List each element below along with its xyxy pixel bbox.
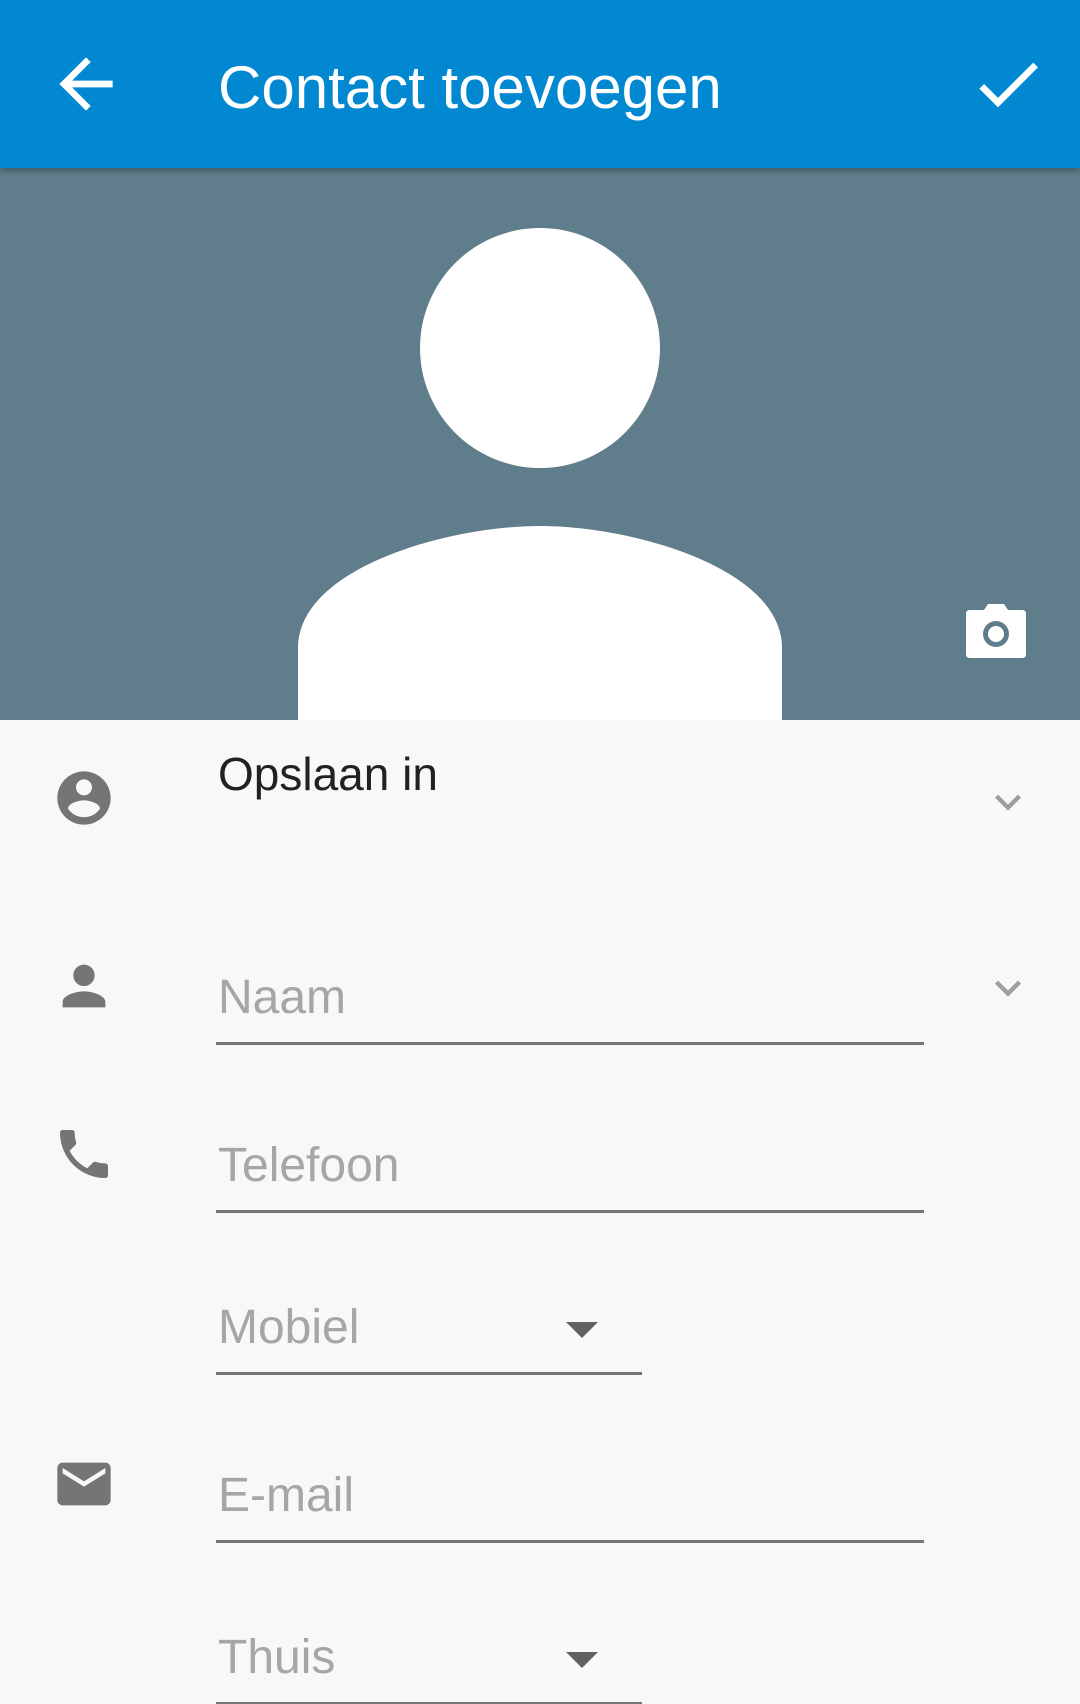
email-field[interactable]: E-mail bbox=[216, 1454, 924, 1543]
add-contact-screen: Contact toevoegen Opslaan in Naam Telefo… bbox=[0, 0, 1080, 1704]
contact-photo-area[interactable] bbox=[0, 168, 1080, 720]
account-circle-icon bbox=[52, 766, 116, 830]
email-type-value: Thuis bbox=[218, 1631, 336, 1684]
email-type-select[interactable]: Thuis bbox=[216, 1616, 642, 1704]
arrow-back-icon bbox=[59, 57, 113, 111]
phone-type-value: Mobiel bbox=[218, 1301, 360, 1354]
app-bar: Contact toevoegen bbox=[0, 0, 1080, 168]
phone-icon bbox=[52, 1122, 116, 1186]
chevron-down-icon bbox=[995, 794, 1021, 811]
account-expand-button[interactable] bbox=[982, 776, 1034, 828]
name-expand-button[interactable] bbox=[982, 962, 1034, 1014]
phone-field[interactable]: Telefoon bbox=[216, 1124, 924, 1213]
page-title: Contact toevoegen bbox=[218, 54, 722, 121]
back-button[interactable] bbox=[46, 44, 126, 124]
save-in-label[interactable]: Opslaan in bbox=[218, 746, 438, 802]
change-photo-button[interactable] bbox=[964, 602, 1028, 660]
camera-icon bbox=[966, 604, 1026, 658]
chevron-down-icon bbox=[995, 980, 1021, 997]
person-placeholder-icon bbox=[298, 228, 782, 720]
person-icon bbox=[52, 954, 116, 1018]
email-placeholder: E-mail bbox=[218, 1469, 355, 1522]
dropdown-arrow-icon bbox=[566, 1322, 598, 1338]
phone-placeholder: Telefoon bbox=[218, 1139, 400, 1192]
name-field[interactable]: Naam bbox=[216, 956, 924, 1045]
phone-type-select[interactable]: Mobiel bbox=[216, 1286, 642, 1375]
check-icon bbox=[979, 62, 1038, 108]
email-icon bbox=[52, 1452, 116, 1516]
dropdown-arrow-icon bbox=[566, 1652, 598, 1668]
name-placeholder: Naam bbox=[218, 971, 347, 1024]
save-button[interactable] bbox=[968, 44, 1048, 124]
